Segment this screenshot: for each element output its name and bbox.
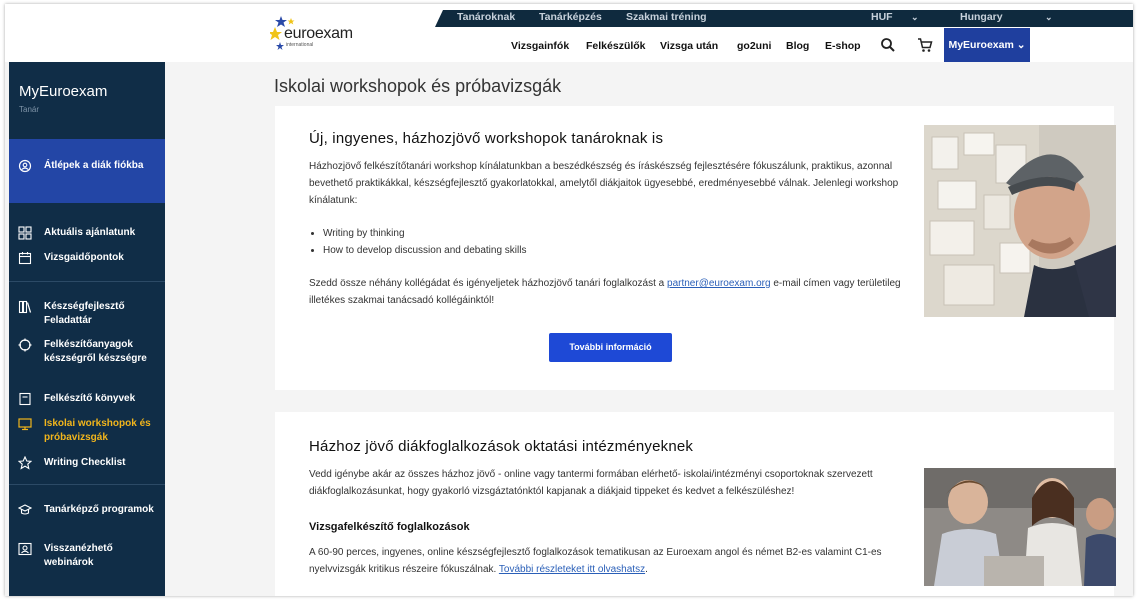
browser-frame: euroexam international Tanároknak Tanárk… (5, 4, 1133, 596)
list-item: How to develop discussion and debating s… (323, 242, 526, 259)
sidebar-item-label: Készségfejlesztő Feladattár (44, 301, 125, 326)
star-icon (18, 456, 32, 470)
card-title: Házhoz jövő diákfoglalkozások oktatási i… (309, 438, 694, 455)
nav-blog[interactable]: Blog (786, 40, 809, 52)
more-details-link[interactable]: További részleteket itt olvashatsz (499, 564, 645, 575)
nav-vizsgainfok[interactable]: Vizsgainfók (511, 40, 569, 52)
target-icon (18, 338, 32, 352)
teacher-photo (924, 125, 1116, 317)
calendar-icon (18, 252, 32, 265)
chevron-down-icon[interactable]: ⌄ (911, 12, 919, 23)
site-header: euroexam international Tanároknak Tanárk… (5, 4, 1133, 62)
card-contact: Szedd össze néhány kollégádat és igényel… (309, 278, 901, 306)
search-icon[interactable] (880, 37, 896, 53)
workshop-list: Writing by thinking How to develop discu… (309, 225, 526, 259)
sidebar-item-label: Aktuális ajánlatunk (44, 227, 136, 238)
sidebar-divider (9, 484, 165, 485)
card-details: A 60-90 perces, ingyenes, online készség… (309, 547, 882, 575)
topbar-link-tanarkepzes[interactable]: Tanárképzés (539, 11, 602, 23)
sidebar-title: MyEuroexam (19, 83, 108, 100)
euroexam-logo[interactable]: euroexam international (270, 14, 370, 54)
book-icon (19, 392, 31, 406)
card-title: Új, ingyenes, házhozjövő workshopok taná… (309, 130, 664, 147)
card-intro: Házhozjövő felkészítőtanári workshop kín… (309, 161, 899, 206)
page-title: Iskolai workshopok és próbavizsgák (274, 76, 562, 96)
nav-vizsga-utan[interactable]: Vizsga után (660, 40, 718, 52)
sidebar-item-label: Writing Checklist (44, 457, 126, 468)
sidebar-item-label: Visszanézhető webinárok (44, 543, 113, 568)
library-icon (18, 300, 32, 314)
nav-eshop[interactable]: E-shop (825, 40, 861, 52)
nav-felkeszulok[interactable]: Felkészülők (586, 40, 646, 52)
sidebar-item-label: Tanárképző programok (44, 504, 154, 515)
brand-name: euroexam (284, 25, 353, 42)
top-bar: Tanároknak Tanárképzés Szakmai tréning H… (435, 10, 1133, 27)
sidebar-role: Tanár (19, 105, 40, 114)
country-select[interactable]: Hungary (960, 11, 1003, 23)
topbar-link-tanaroknak[interactable]: Tanároknak (457, 11, 515, 23)
chevron-down-icon: ⌄ (1016, 39, 1026, 51)
sidebar-item-label: Átlépek a diák fiókba (44, 160, 144, 171)
brand-sub: international (286, 42, 314, 48)
my-euroexam-label: MyEuroexam (948, 39, 1014, 51)
webinar-icon (18, 542, 32, 556)
sidebar-divider (9, 281, 165, 282)
my-euroexam-button[interactable]: MyEuroexam ⌄ (944, 28, 1030, 62)
card-intro: Vedd igénybe akár az összes házhoz jövő … (309, 469, 873, 497)
sidebar-item-label: Felkészítőanyagok készségről készségre (44, 339, 147, 364)
graduation-cap-icon (18, 504, 32, 515)
students-photo (924, 468, 1116, 586)
card-subtitle: Vizsgafelkészítő foglalkozások (309, 521, 470, 533)
student-sessions-card: Házhoz jövő diákfoglalkozások oktatási i… (275, 412, 1116, 596)
sidebar-item-label: Felkészítő könyvek (44, 393, 136, 404)
topbar-link-szakmai[interactable]: Szakmai tréning (626, 11, 707, 23)
sidebar: MyEuroexam Tanár Átlépek a diák fiókba A… (9, 62, 165, 596)
sidebar-item-label: Iskolai workshopok és próbavizsgák (44, 418, 151, 443)
sidebar-item-label: Vizsgaidőpontok (44, 252, 124, 263)
email-link[interactable]: partner@euroexam.org (667, 278, 771, 289)
list-item: Writing by thinking (323, 225, 526, 242)
more-info-button[interactable]: További információ (549, 333, 672, 362)
currency-select[interactable]: HUF (871, 11, 893, 23)
grid-icon (18, 226, 32, 240)
switch-account-icon (18, 159, 32, 173)
cart-icon[interactable] (917, 37, 933, 53)
monitor-icon (18, 418, 32, 431)
nav-go2uni[interactable]: go2uni (737, 40, 771, 52)
chevron-down-icon[interactable]: ⌄ (1045, 12, 1053, 23)
workshop-card: Új, ingyenes, házhozjövő workshopok taná… (275, 106, 1116, 390)
